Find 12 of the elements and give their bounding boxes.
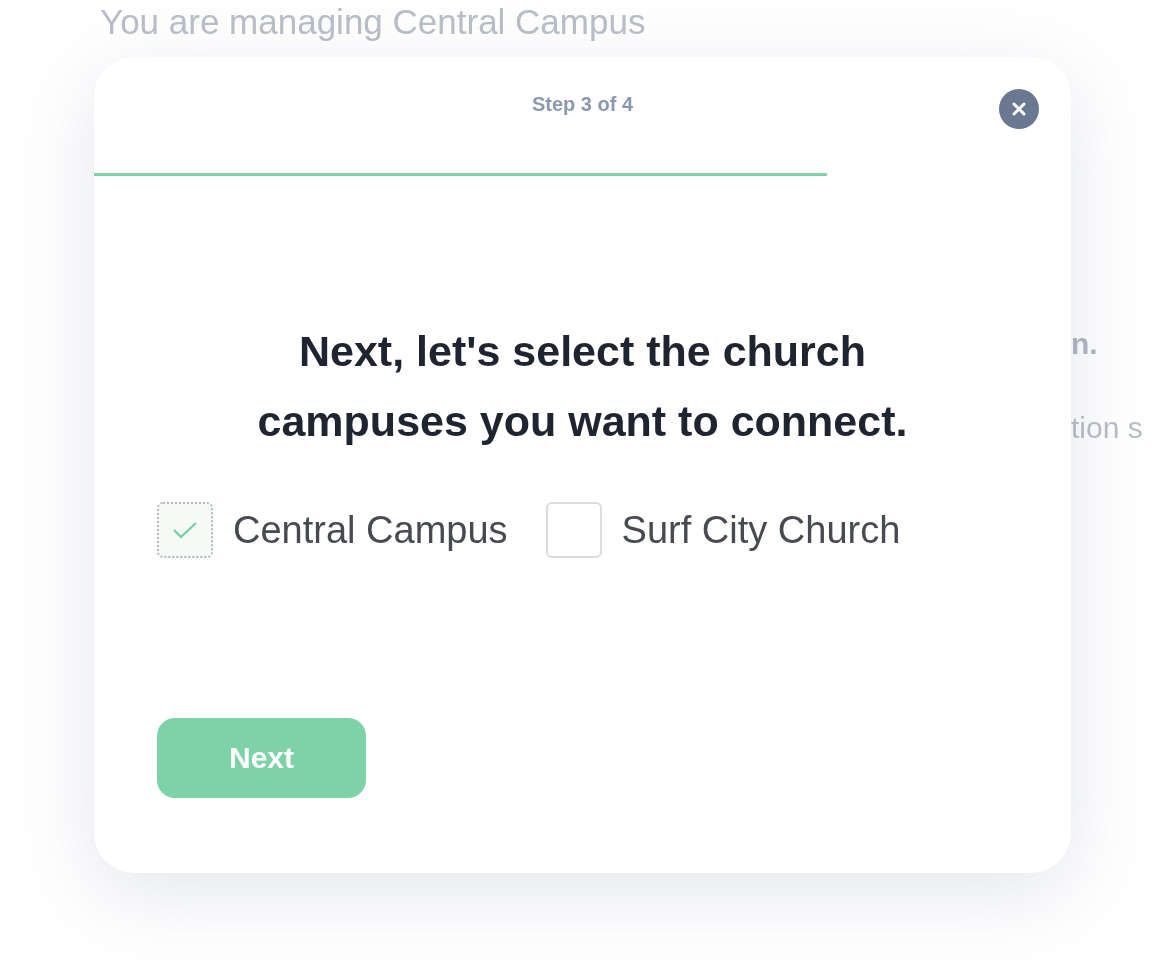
checkbox-label[interactable]: Central Campus <box>233 508 508 552</box>
background-text: tion s <box>1071 411 1143 445</box>
close-button[interactable] <box>999 89 1039 129</box>
modal-title: Next, let's select the church campuses you want to connect. <box>256 326 909 447</box>
close-icon <box>1012 102 1026 116</box>
check-icon <box>172 520 198 540</box>
checkbox[interactable] <box>545 502 602 558</box>
background-heading: You are managing Central Campus <box>100 2 646 42</box>
checkbox[interactable] <box>157 502 213 558</box>
checkbox-label[interactable]: Surf City Church <box>621 508 901 552</box>
background-text: n. <box>1071 327 1099 361</box>
step-indicator: Step 3 of 4 <box>531 93 634 116</box>
